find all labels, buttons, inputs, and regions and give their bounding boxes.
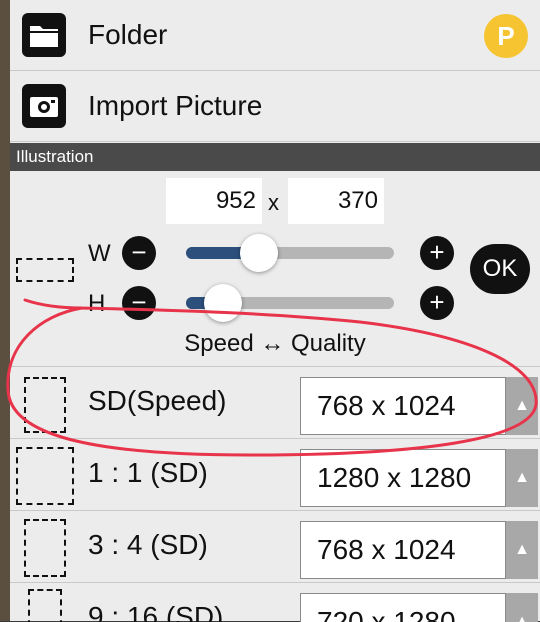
- size-option-row[interactable]: 9 : 16 (SD) 720 x 1280 ▲: [10, 582, 540, 622]
- chevron-up-icon[interactable]: ▲: [506, 593, 538, 622]
- aspect-preview-icon: [16, 258, 74, 282]
- portrait-preview-icon: [24, 377, 66, 433]
- dimension-separator: x: [268, 190, 279, 215]
- width-slider[interactable]: [186, 234, 394, 272]
- size-select[interactable]: 720 x 1280: [300, 593, 506, 622]
- background-strip: [0, 0, 10, 621]
- folder-menu-item[interactable]: Folder P: [10, 0, 540, 71]
- height-input[interactable]: 370: [288, 178, 384, 224]
- square-preview-icon: [16, 447, 74, 505]
- size-option-label: 1 : 1 (SD): [88, 457, 208, 488]
- size-option-label: SD(Speed): [88, 385, 227, 416]
- portrait-preview-icon: [28, 589, 62, 622]
- size-select[interactable]: 768 x 1024: [300, 521, 506, 579]
- folder-label: Folder: [88, 19, 168, 50]
- new-canvas-panel: Folder P Import Picture Illustration 952…: [10, 0, 540, 622]
- premium-badge[interactable]: P: [484, 14, 528, 58]
- camera-icon: [22, 84, 66, 128]
- size-option-row[interactable]: SD(Speed) 768 x 1024 ▲: [10, 366, 540, 439]
- size-option-label: 9 : 16 (SD): [88, 601, 224, 622]
- chevron-up-icon[interactable]: ▲: [506, 377, 538, 435]
- height-slider-handle[interactable]: [204, 284, 243, 322]
- portrait-preview-icon: [24, 519, 66, 577]
- size-option-row[interactable]: 3 : 4 (SD) 768 x 1024 ▲: [10, 510, 540, 583]
- chevron-up-icon[interactable]: ▲: [506, 449, 538, 507]
- import-picture-menu-item[interactable]: Import Picture: [10, 71, 540, 142]
- size-select[interactable]: 768 x 1024: [300, 377, 506, 435]
- width-input[interactable]: 952: [166, 178, 262, 224]
- width-slider-label: W: [88, 240, 111, 267]
- size-select[interactable]: 1280 x 1280: [300, 449, 506, 507]
- width-increase-button[interactable]: +: [420, 236, 454, 270]
- width-decrease-button[interactable]: −: [122, 236, 156, 270]
- size-option-row[interactable]: 1 : 1 (SD) 1280 x 1280 ▲: [10, 438, 540, 511]
- folder-icon: [22, 13, 66, 57]
- chevron-up-icon[interactable]: ▲: [506, 521, 538, 579]
- speed-quality-label: Speed ↔ Quality: [184, 330, 366, 357]
- height-increase-button[interactable]: +: [420, 286, 454, 320]
- height-decrease-button[interactable]: −: [122, 286, 156, 320]
- import-picture-label: Import Picture: [88, 90, 263, 121]
- size-option-label: 3 : 4 (SD): [88, 529, 208, 560]
- section-header: Illustration: [10, 143, 540, 171]
- ok-button[interactable]: OK: [470, 244, 530, 294]
- height-slider-label: H: [88, 290, 106, 317]
- width-slider-handle[interactable]: [239, 234, 278, 272]
- height-slider[interactable]: [186, 284, 394, 322]
